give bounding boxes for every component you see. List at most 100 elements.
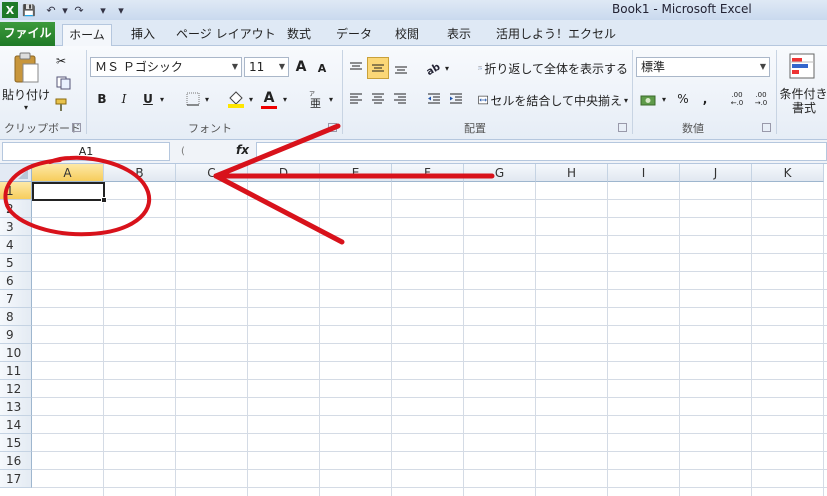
chevron-down-icon[interactable]: ▾ xyxy=(246,92,256,106)
active-cell-a1[interactable] xyxy=(32,182,105,201)
column-header-b[interactable]: B xyxy=(104,164,176,182)
row-header-8[interactable]: 8 xyxy=(0,308,32,326)
row-header-13[interactable]: 13 xyxy=(0,398,32,416)
number-format-select[interactable]: 標準 ▼ xyxy=(636,57,770,77)
name-box-resize-icon[interactable]: ( xyxy=(176,144,190,158)
orientation-icon[interactable]: ab xyxy=(424,58,444,78)
customize-qat-icon[interactable]: ▾ xyxy=(114,2,128,18)
cut-icon[interactable]: ✂ xyxy=(52,52,70,70)
cell-area[interactable] xyxy=(32,182,827,496)
row-header-7[interactable]: 7 xyxy=(0,290,32,308)
fill-color-icon[interactable] xyxy=(226,88,246,110)
column-header-j[interactable]: J xyxy=(680,164,752,182)
chevron-down-icon[interactable]: ▾ xyxy=(326,92,336,106)
tab-review[interactable]: 校閲 xyxy=(392,24,422,46)
column-header-g[interactable]: G xyxy=(464,164,536,182)
column-header-k[interactable]: K xyxy=(752,164,824,182)
decrease-indent-icon[interactable] xyxy=(424,90,444,108)
row-header-17[interactable]: 17 xyxy=(0,470,32,488)
select-all-button[interactable] xyxy=(0,164,32,182)
formula-input[interactable] xyxy=(256,142,827,161)
row-header-14[interactable]: 14 xyxy=(0,416,32,434)
save-icon[interactable]: 💾 xyxy=(22,2,36,18)
align-center-icon[interactable] xyxy=(368,90,388,108)
column-header-f[interactable]: F xyxy=(392,164,464,182)
paste-icon[interactable] xyxy=(6,50,46,86)
redo-dropdown-icon[interactable]: ▾ xyxy=(96,2,110,18)
merge-center-button[interactable]: セルを結合して中央揃え ▾ xyxy=(478,90,628,110)
format-painter-icon[interactable] xyxy=(52,96,70,114)
undo-icon[interactable]: ↶ xyxy=(44,2,58,18)
chevron-down-icon[interactable]: ▾ xyxy=(660,92,668,106)
align-right-icon[interactable] xyxy=(390,90,410,108)
align-top-icon[interactable] xyxy=(346,58,366,78)
row-header-1[interactable]: 1 xyxy=(0,182,32,200)
comma-button[interactable]: , xyxy=(698,90,712,108)
column-header-c[interactable]: C xyxy=(176,164,248,182)
row-header-5[interactable]: 5 xyxy=(0,254,32,272)
tab-file[interactable]: ファイル xyxy=(0,22,55,46)
column-header-d[interactable]: D xyxy=(248,164,320,182)
underline-button[interactable]: U xyxy=(140,90,156,108)
wrap-text-button[interactable]: 折り返して全体を表示する xyxy=(478,58,628,78)
borders-icon[interactable] xyxy=(184,90,202,108)
row-header-6[interactable]: 6 xyxy=(0,272,32,290)
row-header-15[interactable]: 15 xyxy=(0,434,32,452)
align-middle-icon[interactable] xyxy=(367,57,389,79)
fill-handle[interactable] xyxy=(101,197,107,203)
tab-data[interactable]: データ xyxy=(335,24,373,46)
row-header-16[interactable]: 16 xyxy=(0,452,32,470)
row-header-4[interactable]: 4 xyxy=(0,236,32,254)
font-launcher-icon[interactable] xyxy=(328,123,337,132)
name-box[interactable]: A1 xyxy=(2,142,170,161)
column-header-h[interactable]: H xyxy=(536,164,608,182)
row-header-12[interactable]: 12 xyxy=(0,380,32,398)
row-header-11[interactable]: 11 xyxy=(0,362,32,380)
chevron-down-icon[interactable]: ▾ xyxy=(442,62,452,74)
chevron-down-icon[interactable]: ▾ xyxy=(280,92,290,106)
font-name-select[interactable]: ＭＳ Ｐゴシック ▼ xyxy=(90,57,242,77)
clipboard-launcher-icon[interactable] xyxy=(72,123,81,132)
increase-decimal-button[interactable]: .00 ←.0 xyxy=(726,90,748,108)
conditional-formatting-icon[interactable] xyxy=(786,50,818,82)
chevron-down-icon[interactable]: ▾ xyxy=(157,92,167,106)
phonetic-guide-icon[interactable]: ア亜 xyxy=(306,88,324,110)
row-header-3[interactable]: 3 xyxy=(0,218,32,236)
font-color-button[interactable]: A xyxy=(260,88,278,110)
row-header-9[interactable]: 9 xyxy=(0,326,32,344)
column-header-e[interactable]: E xyxy=(320,164,392,182)
tab-formulas[interactable]: 数式 xyxy=(284,24,314,46)
redo-icon[interactable]: ↷ xyxy=(72,2,86,18)
number-launcher-icon[interactable] xyxy=(762,123,771,132)
worksheet-grid: ABCDEFGHIJK 1 2 3 4 5 6 7 8 9 10 11 12 13 14 15 16 17 xyxy=(0,164,827,496)
currency-format-icon[interactable] xyxy=(638,90,660,110)
shrink-font-button[interactable]: A xyxy=(314,60,330,76)
align-bottom-icon[interactable] xyxy=(391,58,411,78)
copy-icon[interactable] xyxy=(52,74,76,92)
paste-dropdown-icon[interactable]: ▾ xyxy=(20,102,32,112)
percent-button[interactable]: % xyxy=(674,90,692,108)
insert-function-button[interactable]: fx xyxy=(236,143,249,157)
tab-page-layout[interactable]: ページ レイアウト xyxy=(176,24,276,46)
column-header-i[interactable]: I xyxy=(608,164,680,182)
tab-home[interactable]: ホーム xyxy=(62,24,112,47)
alignment-launcher-icon[interactable] xyxy=(618,123,627,132)
row-header-10[interactable]: 10 xyxy=(0,344,32,362)
tab-custom-excel[interactable]: 活用しよう！エクセル xyxy=(496,24,616,46)
paste-button[interactable]: 貼り付け xyxy=(2,86,50,102)
bold-button[interactable]: B xyxy=(94,90,110,108)
increase-indent-icon[interactable] xyxy=(446,90,466,108)
decrease-decimal-button[interactable]: .00 →.0 xyxy=(750,90,772,108)
align-left-icon[interactable] xyxy=(346,90,366,108)
conditional-formatting-button-line2[interactable]: 書式 xyxy=(784,100,824,115)
tab-view[interactable]: 表示 xyxy=(444,24,474,46)
tab-insert[interactable]: 挿入 xyxy=(128,24,158,46)
row-header-2[interactable]: 2 xyxy=(0,200,32,218)
arrow-right-icon: →.0 xyxy=(754,99,768,107)
italic-button[interactable]: I xyxy=(116,90,132,108)
undo-dropdown-icon[interactable]: ▾ xyxy=(58,2,72,18)
grow-font-button[interactable]: A xyxy=(292,58,310,76)
chevron-down-icon[interactable]: ▾ xyxy=(202,92,212,106)
column-header-a[interactable]: A xyxy=(32,164,104,182)
font-size-select[interactable]: 11 ▼ xyxy=(244,57,289,77)
